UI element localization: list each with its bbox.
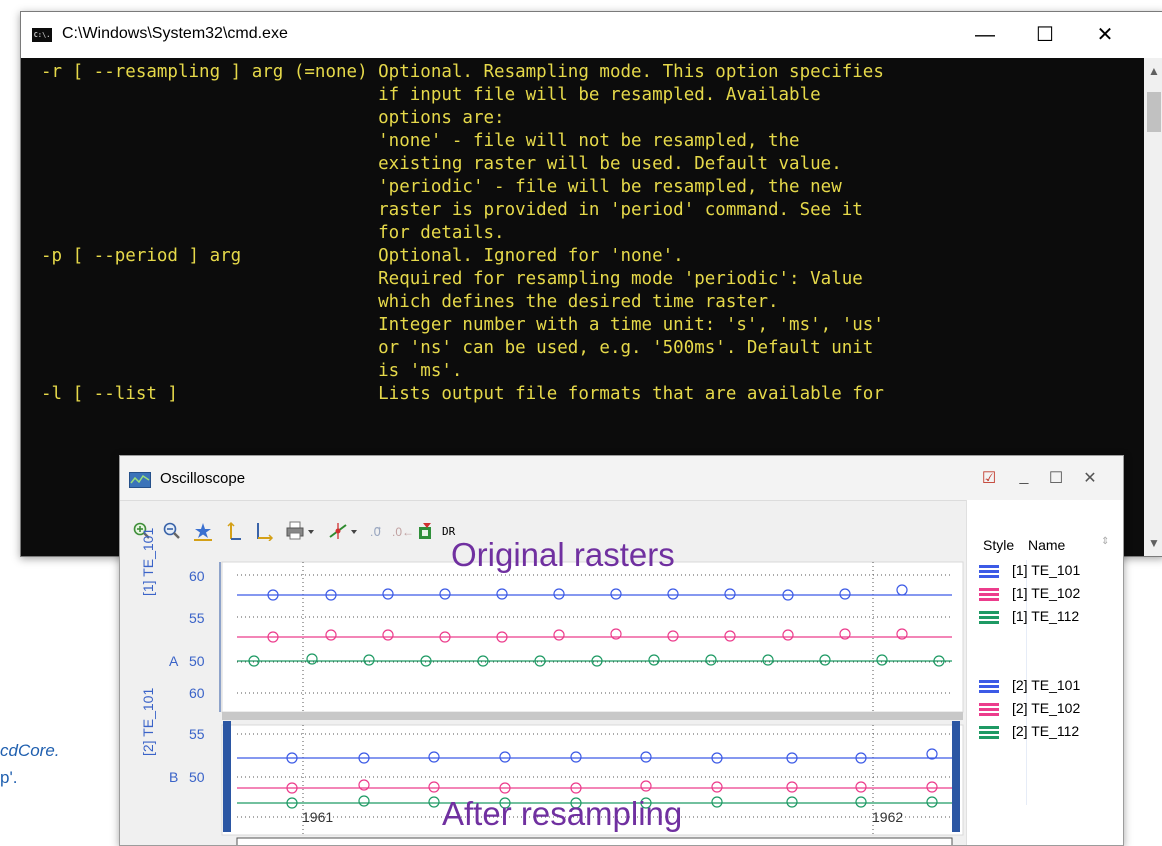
close-button[interactable]: ✕ xyxy=(1085,20,1125,50)
legend-header-name[interactable]: Name xyxy=(1028,537,1065,553)
console-line: 'periodic' - file will be resampled, the… xyxy=(41,177,842,197)
console-line: or 'ns' can be used, e.g. '500ms'. Defau… xyxy=(41,338,874,358)
console-line: -l [ --list ] Lists output file formats … xyxy=(41,384,884,404)
panel-b-prefix: B xyxy=(169,769,179,785)
console-line: is 'ms'. xyxy=(41,361,463,381)
panel-a-prefix: A xyxy=(169,653,179,669)
cmd-titlebar[interactable]: C:\. C:\Windows\System32\cmd.exe — ☐ ✕ xyxy=(21,12,1162,58)
maximize-button[interactable]: ☐ xyxy=(1025,20,1065,50)
console-line: which defines the desired time raster. xyxy=(41,292,779,312)
panel-b-tick-50: 50 xyxy=(189,769,205,785)
console-scrollbar[interactable]: ▲ ▼ xyxy=(1144,58,1162,556)
panel-a-tick-55: 55 xyxy=(189,610,205,626)
legend-name: [2] TE_102 xyxy=(1012,700,1081,716)
legend-header-style[interactable]: Style xyxy=(983,537,1014,553)
x-tick-1962: 1962 xyxy=(872,809,904,825)
legend-swatch xyxy=(979,565,999,579)
console-line: Required for resampling mode 'periodic':… xyxy=(41,269,863,289)
legend-name: [1] TE_102 xyxy=(1012,585,1081,601)
console-line: options are: xyxy=(41,108,505,128)
legend-name: [2] TE_112 xyxy=(1012,723,1080,739)
console-line: raster is provided in 'period' command. … xyxy=(41,200,863,220)
maximize-button[interactable]: ☐ xyxy=(1045,468,1067,488)
console-line: Integer number with a time unit: 's', 'm… xyxy=(41,315,884,335)
console-line: 'none' - file will not be resampled, the xyxy=(41,131,800,151)
console-line: existing raster will be used. Default va… xyxy=(41,154,842,174)
console-line: for details. xyxy=(41,223,505,243)
console-line: -r [ --resampling ] arg (=none) Optional… xyxy=(41,62,884,82)
original-rasters-label: Original rasters xyxy=(451,536,675,573)
legend-swatch xyxy=(979,726,999,740)
oscilloscope-app-icon xyxy=(129,472,151,488)
panel-a-tick-50: 50 xyxy=(189,653,205,669)
legend-name: [2] TE_101 xyxy=(1012,677,1081,693)
legend-swatch xyxy=(979,703,999,717)
minimize-button[interactable]: _ xyxy=(1013,468,1035,486)
legend-name: [1] TE_101 xyxy=(1012,562,1081,578)
scroll-down-icon[interactable]: ▼ xyxy=(1144,536,1162,550)
oscilloscope-window: Oscilloscope ☑ _ ☐ ✕ .0⃗ .0← DR 60 55 50… xyxy=(119,455,1124,846)
legend-swatch xyxy=(979,680,999,694)
close-button[interactable]: ✕ xyxy=(1079,468,1101,488)
clipped-text-line-1: cdCore. xyxy=(0,741,60,760)
console-line: if input file will be resampled. Availab… xyxy=(41,85,821,105)
minimize-button[interactable]: — xyxy=(965,20,1005,50)
scroll-thumb[interactable] xyxy=(1147,92,1161,132)
panel-a-tick-60: 60 xyxy=(189,568,205,584)
panel-b-axis-label: [2] TE_101 xyxy=(140,687,156,756)
scroll-up-icon[interactable]: ▲ xyxy=(1144,64,1162,78)
legend-swatch xyxy=(979,611,999,625)
panel-b-selection-right xyxy=(952,721,960,832)
legend-panel: Style Name ⇕ [1] TE_101 [1] TE_102 [1] T… xyxy=(966,500,1123,845)
panel-a-axis-label: [1] TE_101 xyxy=(140,527,156,596)
after-resampling-label: After resampling xyxy=(442,795,683,832)
panel-b-tick-55: 55 xyxy=(189,726,205,742)
sort-icon[interactable]: ⇕ xyxy=(1101,536,1109,547)
clipped-text-line-2: p'. xyxy=(0,768,18,787)
legend-swatch xyxy=(979,588,999,602)
pin-icon[interactable]: ☑ xyxy=(978,468,1000,488)
console-line: -p [ --period ] arg Optional. Ignored fo… xyxy=(41,246,684,266)
panel-b-tick-60: 60 xyxy=(189,685,205,701)
legend-name: [1] TE_112 xyxy=(1012,608,1080,624)
oscilloscope-title: Oscilloscope xyxy=(160,470,246,487)
x-tick-1961: 1961 xyxy=(302,809,334,825)
panel-separator xyxy=(222,712,963,720)
panel-b-selection-left xyxy=(223,721,231,832)
oscilloscope-titlebar[interactable]: Oscilloscope ☑ _ ☐ ✕ xyxy=(120,456,1123,501)
cmd-window-title: C:\Windows\System32\cmd.exe xyxy=(62,25,288,42)
console-app-icon: C:\. xyxy=(32,28,52,42)
